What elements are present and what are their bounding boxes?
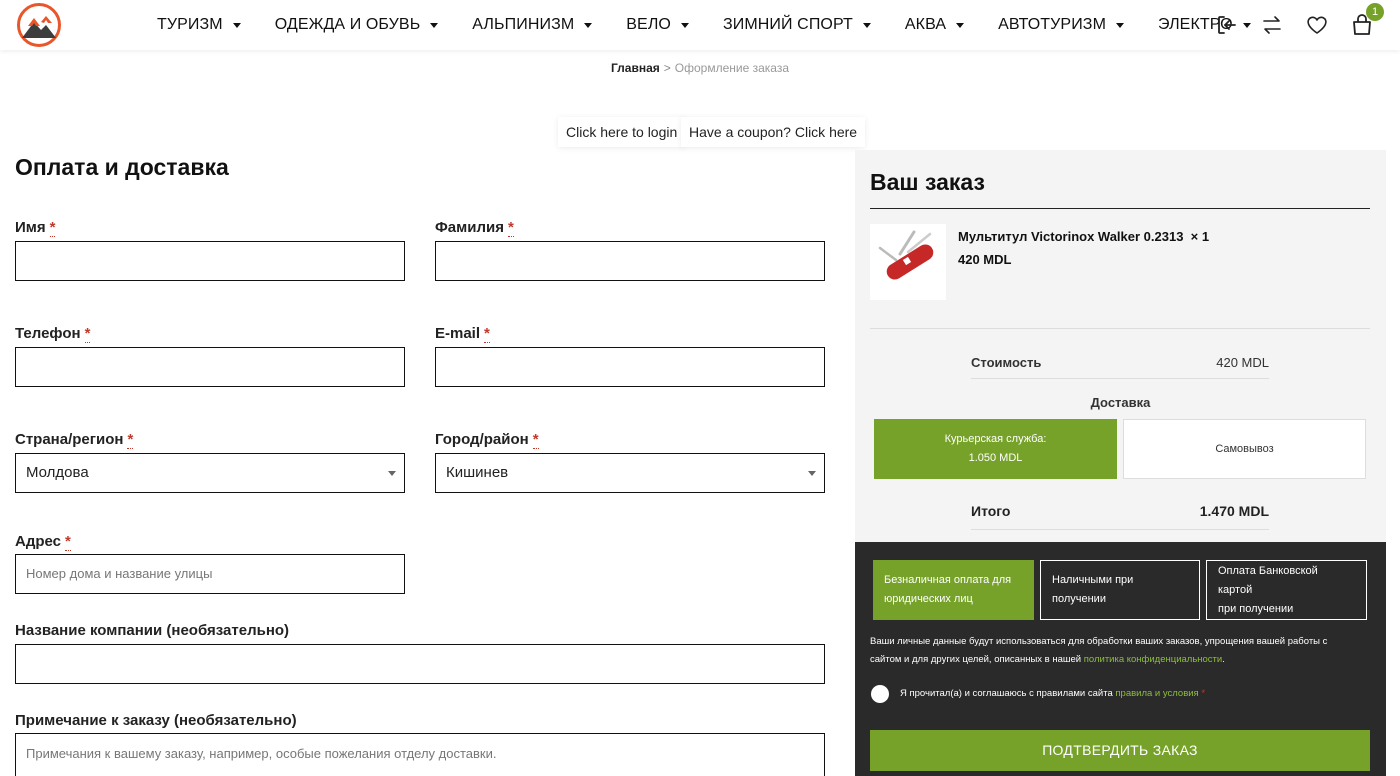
product-name: Мультитул Victorinox Walker 0.2313 × 1 (958, 229, 1210, 244)
confirm-order-button[interactable]: ПОДТВЕРДИТЬ ЗАКАЗ (870, 730, 1370, 771)
divider (870, 208, 1370, 209)
required-mark: * (532, 431, 539, 449)
main-nav: ТУРИЗМ ОДЕЖДА И ОБУВЬ АЛЬПИНИЗМ ВЕЛО ЗИМ… (157, 0, 1285, 50)
nav-item-clothing[interactable]: ОДЕЖДА И ОБУВЬ (275, 16, 439, 34)
nav-item-autotourism[interactable]: АВТОТУРИЗМ (998, 16, 1124, 34)
divider (971, 378, 1269, 379)
order-title: Ваш заказ (870, 169, 985, 195)
billing-title: Оплата и доставка (15, 154, 229, 180)
city-label: Город/район * (435, 431, 539, 449)
country-label: Страна/регион * (15, 431, 134, 449)
chevron-down-icon (430, 22, 439, 28)
email-label: E-mail * (435, 325, 490, 343)
shipping-option-courier[interactable]: Курьерская служба: 1.050 MDL (874, 419, 1117, 479)
product-quantity: × 1 (1190, 229, 1210, 244)
address-input[interactable]: Номер дома и название улицы (15, 554, 405, 594)
city-select[interactable]: Кишинев (435, 453, 825, 493)
phone-label: Телефон * (15, 325, 91, 343)
site-logo-icon[interactable] (16, 2, 62, 48)
required-mark: * (507, 219, 514, 237)
chevron-down-icon (232, 22, 241, 28)
multitool-image (870, 224, 946, 300)
chevron-down-icon (862, 22, 871, 28)
product-price: 420 MDL (958, 252, 1012, 267)
compare-icon[interactable] (1260, 13, 1284, 37)
email-input[interactable] (435, 347, 825, 387)
required-mark: * (65, 533, 71, 551)
total-label: Итого (971, 503, 1011, 519)
cart-count-badge: 1 (1366, 3, 1384, 21)
chevron-down-icon (808, 471, 816, 476)
terms-label: Я прочитал(а) и соглашаюсь с правилами с… (900, 688, 1206, 699)
chevron-down-icon (1242, 22, 1251, 28)
coupon-notice-button[interactable]: Have a coupon? Click here (681, 117, 866, 147)
nav-item-velo[interactable]: ВЕЛО (626, 16, 689, 34)
subtotal-value: 420 MDL (1216, 355, 1269, 370)
nav-item-alpinism[interactable]: АЛЬПИНИЗМ (472, 16, 593, 34)
delivery-label: Доставка (1090, 395, 1151, 410)
nav-item-aqua[interactable]: АКВА (905, 16, 965, 34)
phone-input[interactable] (15, 347, 405, 387)
required-mark: * (484, 325, 490, 343)
subtotal-label: Стоимость (971, 355, 1042, 370)
order-notes-label: Примечание к заказу (необязательно) (15, 712, 297, 729)
terms-link[interactable]: правила и условия (1115, 688, 1198, 699)
privacy-policy-link[interactable]: политика конфиденциальности (1084, 654, 1222, 665)
order-notes-textarea[interactable]: Примечания к вашему заказу, например, ос… (15, 733, 825, 776)
nav-item-winter-sport[interactable]: ЗИМНИЙ СПОРТ (723, 16, 871, 34)
breadcrumb-current: Оформление заказа (674, 61, 790, 75)
breadcrumb-separator: > (663, 61, 671, 75)
company-input[interactable] (15, 644, 825, 684)
payment-option-business-transfer[interactable]: Безналичная оплата для юридических лиц (873, 560, 1034, 620)
product-thumbnail[interactable] (870, 224, 946, 300)
chevron-down-icon (1116, 22, 1124, 28)
login-icon[interactable] (1215, 13, 1239, 37)
required-mark: * (1201, 688, 1206, 699)
breadcrumb: Главная > Оформление заказа (0, 61, 1400, 75)
privacy-notice: Ваши личные данные будут использоваться … (870, 636, 1328, 665)
payment-option-card[interactable]: Оплата Банковской картой при получении (1206, 560, 1367, 620)
payment-option-cash[interactable]: Наличными при получении (1040, 560, 1200, 620)
nav-item-tourism[interactable]: ТУРИЗМ (157, 16, 241, 34)
last-name-input[interactable] (435, 241, 825, 281)
country-select[interactable]: Молдова (15, 453, 405, 493)
login-notice-button[interactable]: Click here to login (558, 117, 686, 147)
breadcrumb-home-link[interactable]: Главная (611, 61, 660, 75)
divider (870, 328, 1370, 329)
company-label: Название компании (необязательно) (15, 622, 290, 639)
chevron-down-icon (680, 22, 689, 28)
site-header: ТУРИЗМ ОДЕЖДА И ОБУВЬ АЛЬПИНИЗМ ВЕЛО ЗИМ… (0, 0, 1400, 50)
address-label: Адрес * (15, 533, 71, 551)
shipping-option-pickup[interactable]: Самовывоз (1123, 419, 1366, 479)
required-mark: * (84, 325, 91, 343)
terms-checkbox[interactable] (871, 685, 889, 703)
first-name-label: Имя * (15, 219, 56, 237)
last-name-label: Фамилия * (435, 219, 514, 237)
first-name-input[interactable] (15, 241, 405, 281)
required-mark: * (49, 219, 56, 237)
divider (971, 529, 1269, 530)
chevron-down-icon (956, 22, 965, 28)
chevron-down-icon (388, 471, 396, 476)
total-value: 1.470 MDL (1199, 503, 1269, 519)
wishlist-heart-icon[interactable] (1305, 13, 1329, 37)
chevron-down-icon (584, 22, 593, 28)
required-mark: * (127, 431, 134, 449)
